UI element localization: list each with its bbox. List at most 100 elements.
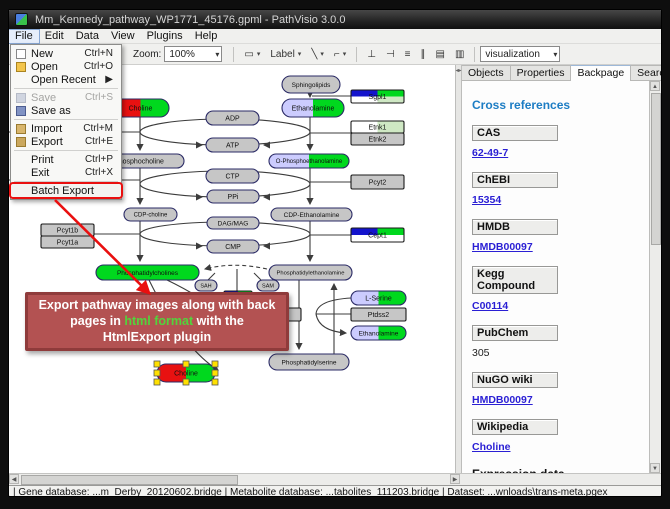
pathway-node-phosphatidylserine[interactable]: Phosphatidylserine <box>269 354 349 370</box>
pathway-node-cdp-choline[interactable]: CDP-choline <box>124 208 177 221</box>
line-tool-button[interactable]: ╲▾ <box>307 45 328 63</box>
xref-link[interactable]: 62-49-7 <box>472 147 508 159</box>
menubar-item-view[interactable]: View <box>105 30 141 43</box>
pathway-node-ctp[interactable]: CTP <box>206 169 259 183</box>
collapse-arrows-icon[interactable]: ◂▸ <box>455 67 461 74</box>
zoom-select[interactable]: 100% ▾ <box>164 46 222 62</box>
pathway-node-phosphatidylcholines[interactable]: Phosphatidylcholines <box>96 265 199 280</box>
tab-properties[interactable]: Properties <box>510 65 572 80</box>
file-menu-item-exit[interactable]: ExitCtrl+X <box>11 166 121 179</box>
selection-handle[interactable] <box>154 370 160 376</box>
file-menu-item-save[interactable]: SaveCtrl+S <box>11 91 121 104</box>
menubar-item-edit[interactable]: Edit <box>39 30 70 43</box>
menubar-item-data[interactable]: Data <box>70 30 105 43</box>
vertical-scrollbar[interactable]: ▲ ▼ <box>649 81 661 473</box>
pathway-node-choline-selected[interactable]: Choline <box>154 361 218 385</box>
scrollbar-thumb[interactable] <box>21 475 238 485</box>
pathway-node-sphingolipids[interactable]: Sphingolipids <box>282 76 340 93</box>
pathway-node-ppi[interactable]: PPi <box>207 190 259 203</box>
pathway-node-sah[interactable]: SAH <box>195 280 217 291</box>
scroll-right-icon[interactable]: ▶ <box>450 474 460 484</box>
scroll-up-icon[interactable]: ▲ <box>650 81 660 91</box>
pathway-node-cept1[interactable]: Cept1 <box>351 228 404 242</box>
file-menu-item-print[interactable]: PrintCtrl+P <box>11 153 121 166</box>
file-menu-item-open-recent[interactable]: Open Recent▶ <box>11 73 121 86</box>
chevron-down-icon[interactable]: ▾ <box>553 50 557 59</box>
pathway-node-etnk2[interactable]: Etnk2 <box>351 133 404 145</box>
pathway-node-atp[interactable]: ATP <box>206 138 259 152</box>
pathway-node-cmp[interactable]: CMP <box>207 240 259 253</box>
pathway-node-pcyt1a[interactable]: Pcyt1a <box>41 236 94 248</box>
pathway-node-pcyt2[interactable]: Pcyt2 <box>351 175 404 189</box>
tab-search[interactable]: Search <box>630 65 661 80</box>
selection-handle[interactable] <box>212 370 218 376</box>
pathway-node-adp[interactable]: ADP <box>206 111 259 125</box>
pathway-edge[interactable] <box>205 265 267 269</box>
chevron-down-icon[interactable]: ▾ <box>343 50 347 58</box>
xref-link[interactable]: C00114 <box>472 300 508 312</box>
xref-link[interactable]: HMDB00097 <box>472 241 533 253</box>
scrollbar-thumb[interactable] <box>651 93 661 245</box>
stack-horizontal-button[interactable]: ▥ <box>451 45 468 63</box>
file-menu-item-export[interactable]: ExportCtrl+E <box>11 135 121 148</box>
horizontal-scrollbar[interactable]: ◀ ▶ <box>9 474 460 485</box>
align-center-x-button[interactable]: ⊥ <box>363 45 380 63</box>
stack-vertical-button[interactable]: ▤ <box>432 45 449 63</box>
toolbar-separator <box>356 47 357 62</box>
chevron-down-icon[interactable]: ▾ <box>320 50 324 58</box>
selection-handle[interactable] <box>154 361 160 367</box>
xref-link[interactable]: Choline <box>472 441 511 453</box>
tab-backpage[interactable]: Backpage <box>570 65 631 81</box>
scroll-left-icon[interactable]: ◀ <box>9 474 19 484</box>
xref-plain-value: 305 <box>472 347 490 359</box>
pathway-node-l-serine[interactable]: L-Serine <box>351 291 406 305</box>
selection-handle[interactable] <box>183 361 189 367</box>
pathway-node-ethanolamine-bottom[interactable]: Ethanolamine <box>351 326 406 340</box>
menu-item-label: Batch Export <box>31 185 105 197</box>
scroll-down-icon[interactable]: ▼ <box>650 463 660 473</box>
menubar-item-file[interactable]: File <box>9 30 39 43</box>
align-center-y-button[interactable]: ⊣ <box>382 45 399 63</box>
chevron-down-icon[interactable]: ▾ <box>298 50 302 58</box>
chevron-down-icon[interactable]: ▾ <box>215 50 219 59</box>
pathway-node-o-phosphoethanolamine[interactable]: O-Phosphoethanolamine <box>269 154 349 168</box>
node-label: SAH <box>200 283 211 289</box>
pathway-node-sgpl1[interactable]: Sgpl1 <box>351 90 404 103</box>
menubar-item-plugins[interactable]: Plugins <box>141 30 189 43</box>
common-width-button[interactable]: ∥ <box>417 45 430 63</box>
pathway-edge[interactable] <box>316 314 346 333</box>
pathway-node-ptdss2[interactable]: Ptdss2 <box>351 308 406 321</box>
panel-splitter[interactable]: ◂▸ <box>455 65 462 473</box>
selection-handle[interactable] <box>154 379 160 385</box>
file-menu-item-batch-export[interactable]: Batch Export <box>11 184 121 197</box>
pathway-node-dag-mag[interactable]: DAG/MAG <box>207 217 259 229</box>
selection-handle[interactable] <box>183 379 189 385</box>
pathway-edge[interactable] <box>254 273 261 280</box>
file-menu-item-new[interactable]: NewCtrl+N <box>11 47 121 60</box>
chevron-down-icon[interactable]: ▾ <box>257 50 261 58</box>
xref-link[interactable]: 15354 <box>472 194 501 206</box>
pathway-node-sam[interactable]: SAM <box>257 280 279 291</box>
file-menu-item-open[interactable]: OpenCtrl+O <box>11 60 121 73</box>
node-label: Sgpl1 <box>369 94 387 101</box>
node-label: O-Phosphoethanolamine <box>276 159 343 165</box>
selection-handle[interactable] <box>212 379 218 385</box>
pathway-node-pcyt1b[interactable]: Pcyt1b <box>41 224 94 236</box>
xref-link[interactable]: HMDB00097 <box>472 394 533 406</box>
pathway-edge[interactable] <box>208 273 215 280</box>
pathway-node-cdp-ethanolamine[interactable]: CDP-Ethanolamine <box>271 208 352 221</box>
pathway-node-phosphatidylethanolamine[interactable]: Phosphatidylethanolamine <box>269 265 352 280</box>
node-label: ATP <box>226 143 239 150</box>
gene-tool-button[interactable]: ▭▾ <box>240 45 264 63</box>
selection-handle[interactable] <box>212 361 218 367</box>
menubar-item-help[interactable]: Help <box>189 30 224 43</box>
pathway-node-etnk1[interactable]: Etnk1 <box>351 121 404 133</box>
label-tool-button[interactable]: Label▾ <box>266 45 305 63</box>
visualization-select[interactable]: visualization ▾ <box>480 46 560 62</box>
pathway-node-ethanolamine-top[interactable]: Ethanolamine <box>282 99 344 117</box>
connector-tool-button[interactable]: ⌐▾ <box>330 45 350 63</box>
file-menu-item-import[interactable]: ImportCtrl+M <box>11 122 121 135</box>
common-height-button[interactable]: ≡ <box>401 45 415 63</box>
tab-objects[interactable]: Objects <box>462 65 511 80</box>
file-menu-item-save-as[interactable]: Save as <box>11 104 121 117</box>
